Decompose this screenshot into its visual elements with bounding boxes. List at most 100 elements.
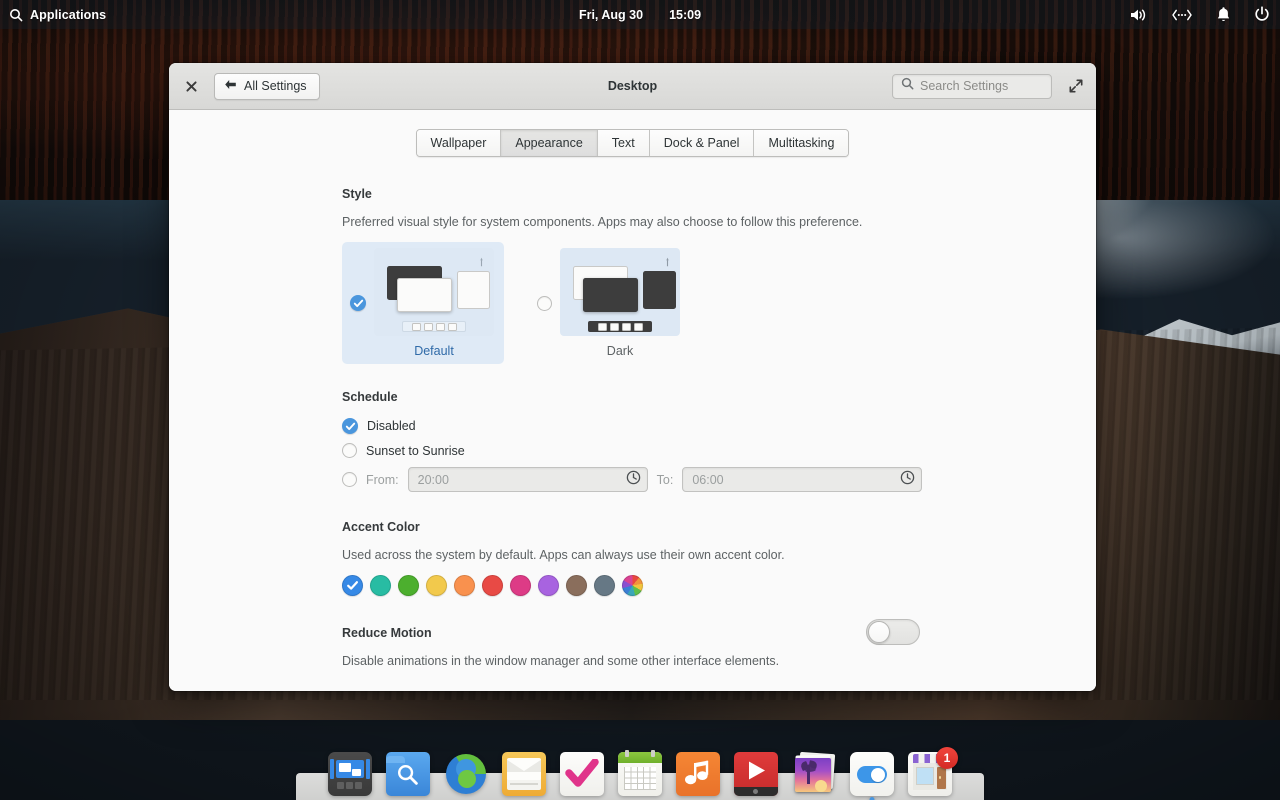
headerbar-right-group: Search Settings bbox=[892, 74, 1086, 99]
preview-dock-icon bbox=[598, 323, 607, 331]
reduce-motion-toggle[interactable] bbox=[866, 619, 920, 645]
top-panel: Applications Fri, Aug 30 15:09 bbox=[0, 0, 1280, 29]
pin-icon bbox=[664, 254, 671, 264]
preview-panel-window bbox=[457, 271, 490, 309]
network-icon[interactable] bbox=[1171, 8, 1193, 22]
accent-swatch-multicolor[interactable] bbox=[622, 575, 643, 596]
tab-appearance[interactable]: Appearance bbox=[501, 130, 597, 156]
search-icon bbox=[9, 8, 23, 22]
notifications-bell-icon[interactable] bbox=[1216, 6, 1231, 23]
schedule-disabled-label: Disabled bbox=[367, 419, 416, 433]
dock: 1 bbox=[296, 744, 984, 796]
search-icon bbox=[901, 77, 914, 95]
toggle-knob bbox=[868, 621, 890, 643]
tab-bar: Wallpaper Appearance Text Dock & Panel M… bbox=[169, 110, 1096, 157]
all-settings-button[interactable]: All Settings bbox=[214, 73, 320, 100]
search-placeholder: Search Settings bbox=[920, 79, 1008, 93]
preview-dock-icon bbox=[412, 323, 421, 331]
accent-swatch-orange[interactable] bbox=[454, 575, 475, 596]
style-section-title: Style bbox=[342, 187, 1096, 201]
preview-dock bbox=[402, 321, 466, 332]
accent-swatch-purple[interactable] bbox=[538, 575, 559, 596]
preview-dock bbox=[588, 321, 652, 332]
accent-swatch-brown[interactable] bbox=[566, 575, 587, 596]
videos-icon[interactable] bbox=[734, 752, 778, 796]
app-center-icon[interactable] bbox=[328, 752, 372, 796]
schedule-section: Schedule Disabled Sunset to Sunrise Fro bbox=[342, 390, 1096, 492]
preview-dock-icon bbox=[610, 323, 619, 331]
schedule-option-manual[interactable]: From: 20:00 To: 06:00 bbox=[342, 467, 1096, 492]
accent-swatch-mint[interactable] bbox=[370, 575, 391, 596]
tab-dock-and-panel[interactable]: Dock & Panel bbox=[650, 130, 755, 156]
tab-text[interactable]: Text bbox=[598, 130, 650, 156]
schedule-to-value: 06:00 bbox=[692, 473, 900, 487]
reduce-motion-section: Reduce Motion Disable animations in the … bbox=[342, 626, 920, 668]
schedule-from-input[interactable]: 20:00 bbox=[408, 467, 648, 492]
preview-window-front bbox=[397, 278, 452, 312]
style-default-radio[interactable] bbox=[350, 295, 366, 311]
web-browser-icon[interactable] bbox=[444, 752, 488, 796]
applications-label: Applications bbox=[30, 8, 106, 22]
preview-dock-icon bbox=[448, 323, 457, 331]
calendar-icon[interactable] bbox=[618, 752, 662, 796]
panel-center-group: Fri, Aug 30 15:09 bbox=[0, 0, 1280, 29]
style-section-description: Preferred visual style for system compon… bbox=[342, 215, 1096, 229]
system-settings-icon[interactable] bbox=[850, 752, 894, 796]
all-settings-label: All Settings bbox=[244, 79, 307, 93]
panel-date[interactable]: Fri, Aug 30 bbox=[579, 8, 643, 22]
preview-panel-window bbox=[643, 271, 676, 309]
style-option-default[interactable]: Default bbox=[342, 242, 504, 364]
schedule-sunset-label: Sunset to Sunrise bbox=[366, 444, 465, 458]
music-icon[interactable] bbox=[676, 752, 720, 796]
window-headerbar: All Settings Desktop Search Settings bbox=[169, 63, 1096, 110]
photos-icon[interactable] bbox=[792, 752, 836, 796]
accent-swatch-slate[interactable] bbox=[594, 575, 615, 596]
schedule-to-input[interactable]: 06:00 bbox=[682, 467, 922, 492]
accent-swatch-red[interactable] bbox=[482, 575, 503, 596]
system-settings-window: All Settings Desktop Search Settings bbox=[169, 63, 1096, 691]
preview-dock-icon bbox=[634, 323, 643, 331]
maximize-button[interactable] bbox=[1066, 76, 1086, 96]
files-icon[interactable] bbox=[386, 752, 430, 796]
mail-icon[interactable] bbox=[502, 752, 546, 796]
appcenter-store-icon[interactable]: 1 bbox=[908, 752, 952, 796]
accent-color-section: Accent Color Used across the system by d… bbox=[342, 520, 1096, 596]
volume-icon[interactable] bbox=[1129, 7, 1148, 23]
style-option-dark[interactable]: Dark bbox=[529, 242, 690, 364]
tab-wallpaper[interactable]: Wallpaper bbox=[417, 130, 502, 156]
reduce-motion-description: Disable animations in the window manager… bbox=[342, 654, 920, 668]
power-icon[interactable] bbox=[1254, 6, 1270, 23]
accent-swatch-yellow[interactable] bbox=[426, 575, 447, 596]
style-dark-preview bbox=[560, 248, 680, 336]
clock-icon[interactable] bbox=[900, 470, 915, 490]
schedule-from-value: 20:00 bbox=[418, 473, 626, 487]
tasks-icon[interactable] bbox=[560, 752, 604, 796]
clock-icon[interactable] bbox=[626, 470, 641, 490]
style-default-preview bbox=[374, 248, 494, 336]
close-button[interactable] bbox=[181, 76, 201, 96]
schedule-option-sunset-to-sunrise[interactable]: Sunset to Sunrise bbox=[342, 443, 1096, 458]
accent-swatch-list bbox=[342, 575, 1096, 596]
style-dark-radio[interactable] bbox=[537, 296, 552, 311]
preview-dock-icon bbox=[424, 323, 433, 331]
style-dark-label: Dark bbox=[607, 344, 633, 358]
panel-indicators bbox=[1129, 0, 1270, 29]
style-default-label: Default bbox=[414, 344, 454, 358]
search-input[interactable]: Search Settings bbox=[892, 74, 1052, 99]
desktop: Applications Fri, Aug 30 15:09 bbox=[0, 0, 1280, 800]
accent-swatch-pink[interactable] bbox=[510, 575, 531, 596]
style-default-preview-wrap: Default bbox=[374, 248, 494, 358]
preview-dock-icon bbox=[436, 323, 445, 331]
schedule-manual-radio[interactable] bbox=[342, 472, 357, 487]
tab-multitasking[interactable]: Multitasking bbox=[754, 130, 848, 156]
panel-time[interactable]: 15:09 bbox=[669, 8, 701, 22]
preview-dock-icon bbox=[622, 323, 631, 331]
accent-section-title: Accent Color bbox=[342, 520, 1096, 534]
schedule-disabled-radio[interactable] bbox=[342, 418, 358, 434]
applications-menu[interactable]: Applications bbox=[0, 8, 106, 22]
accent-swatch-green[interactable] bbox=[398, 575, 419, 596]
window-body: Wallpaper Appearance Text Dock & Panel M… bbox=[169, 110, 1096, 691]
schedule-sunset-radio[interactable] bbox=[342, 443, 357, 458]
accent-swatch-blue[interactable] bbox=[342, 575, 363, 596]
schedule-option-disabled[interactable]: Disabled bbox=[342, 418, 1096, 434]
